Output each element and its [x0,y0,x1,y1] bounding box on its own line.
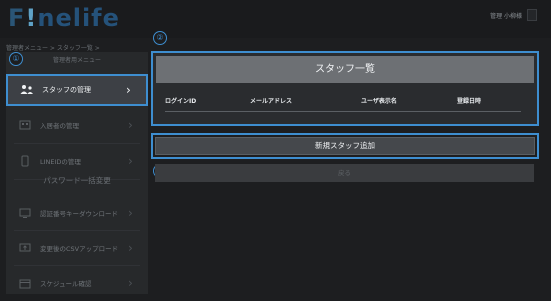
chevron-right-icon: › [128,276,133,290]
staff-list-panel: スタッフ一覧 ログインID メールアドレス ユーザ表示名 登録日時 [151,51,539,126]
sidebar-item-label: 変更後のCSVアップロード [40,245,119,253]
calendar-icon [18,276,32,290]
upload-icon [18,241,32,255]
sidebar-item-label: スケジュール確認 [40,280,92,288]
annotation-marker-2: ② [153,31,167,45]
add-staff-highlight: 新規スタッフ追加 [151,133,539,159]
sidebar-item-staff[interactable]: スタッフの管理 › [6,74,148,106]
table-divider [165,111,521,112]
section-heading: パスワード一括変更 [43,176,111,185]
staff-icon [20,83,34,97]
divider [14,265,140,266]
user-name: 管理 小柳様 [490,12,522,20]
column-header-display-name: ユーザ表示名 [361,98,397,105]
monitor-icon [18,206,32,220]
column-header-registered-at: 登録日時 [457,98,482,105]
chevron-right-icon: › [126,83,131,97]
sidebar-item-label: LINEIDの管理 [40,158,81,166]
phone-icon [18,154,32,168]
column-header-email: メールアドレス [250,98,293,105]
chevron-right-icon: › [128,206,133,220]
back-button[interactable]: 戻る [155,164,534,182]
sidebar-item-label: 入居者の管理 [40,122,79,130]
menu-toggle-icon[interactable] [527,9,537,21]
chevron-right-icon: › [128,154,133,168]
annotation-marker-1: ① [9,52,23,66]
table-header: ログインID メールアドレス ユーザ表示名 登録日時 [165,96,521,110]
chevron-right-icon: › [128,241,133,255]
add-staff-button[interactable]: 新規スタッフ追加 [155,137,535,155]
panel-title: スタッフ一覧 [156,56,534,83]
breadcrumb: 管理者メニュー > スタッフ一覧 > [6,45,100,52]
top-bar: F!nelife 管理 小柳様 [0,0,551,38]
user-menu[interactable]: 管理 小柳様 [490,9,537,21]
sidebar-item-key-download[interactable]: 認証番号キーダウンロード › [6,197,148,229]
sidebar-item-schedule[interactable]: スケジュール確認 › [6,267,148,299]
chevron-right-icon: › [128,118,133,132]
divider [14,230,140,231]
app-logo: F!nelife [8,4,120,32]
column-header-login-id: ログインID [165,98,197,105]
sidebar: 管理者用メニュー スタッフの管理 › 入居者の管理 › LINEIDの管理 › … [6,52,148,294]
sidebar-title: 管理者用メニュー [52,57,101,64]
sidebar-item-label: 認証番号キーダウンロード [40,210,118,218]
divider [14,143,140,144]
resident-icon [18,118,32,132]
sidebar-item-label: スタッフの管理 [42,86,91,94]
sidebar-item-residents[interactable]: 入居者の管理 › [6,109,148,141]
sidebar-item-csv-upload[interactable]: 変更後のCSVアップロード › [6,232,148,264]
